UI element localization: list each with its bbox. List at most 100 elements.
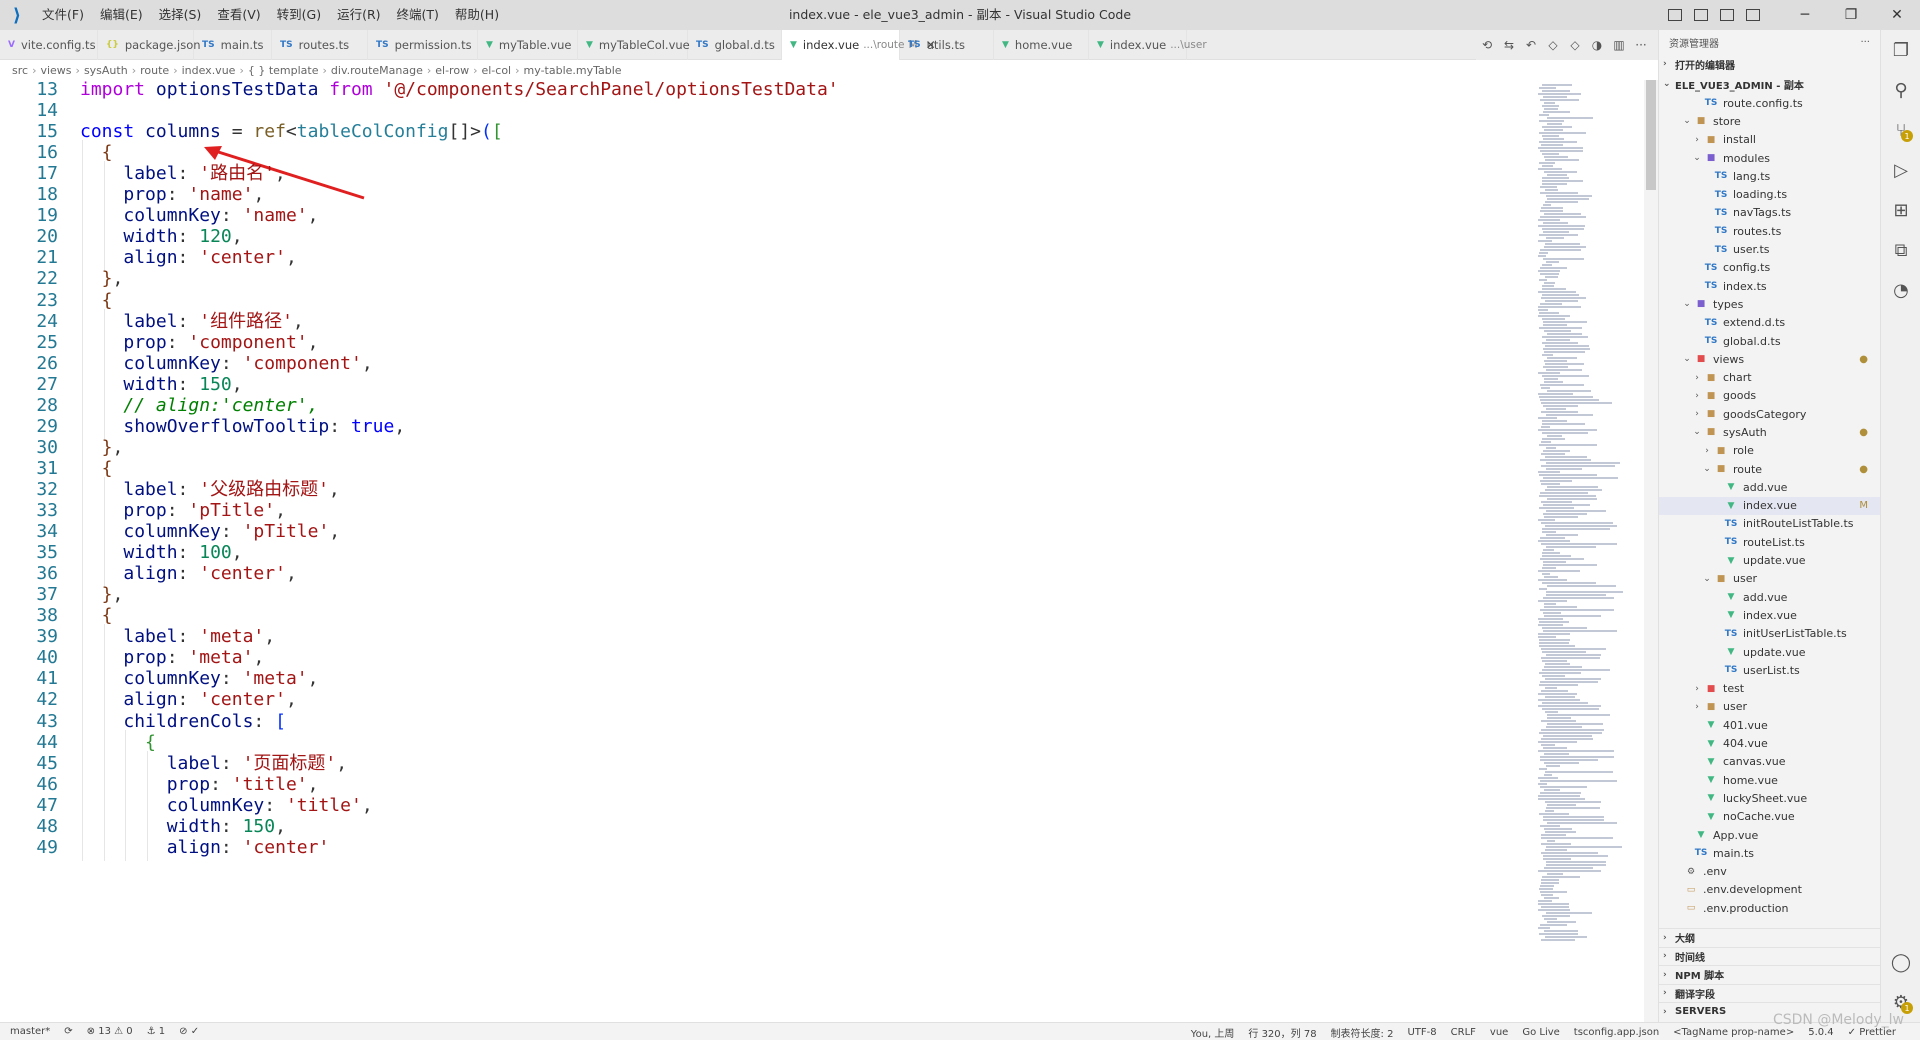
menu-item[interactable]: 运行(R) (329, 0, 388, 30)
timeline-icon[interactable]: ⟲ (1476, 30, 1498, 60)
language-mode[interactable]: vue (1490, 1027, 1508, 1038)
editor-tab[interactable]: ▼ index.vue ...\user (1089, 30, 1207, 60)
tree-file[interactable]: ▼ index.vue M (1659, 496, 1880, 515)
tree-folder[interactable]: ⌄ ■ route ● (1659, 460, 1880, 478)
breadcrumb-item[interactable]: route (140, 64, 169, 77)
menu-item[interactable]: 文件(F) (34, 0, 92, 30)
explorer-section[interactable]: › 时间线 (1659, 946, 1881, 966)
encoding[interactable]: UTF-8 (1407, 1027, 1436, 1038)
tree-folder[interactable]: › ■ goodsCategory (1659, 405, 1880, 423)
tree-folder[interactable]: ⌄ ■ store (1659, 112, 1880, 130)
open-editors-section[interactable]: › 打开的编辑器 (1659, 54, 1880, 74)
tree-file[interactable]: ▼ 404.vue (1659, 734, 1880, 752)
tree-folder[interactable]: › ■ user (1659, 698, 1880, 716)
breadcrumb-item[interactable]: el-col (481, 64, 511, 77)
editor-tab[interactable]: Vvite.config.ts (0, 30, 98, 60)
tree-file[interactable]: ▼ add.vue (1659, 588, 1880, 606)
tree-file[interactable]: TS extend.d.ts (1659, 314, 1880, 332)
toggle-secondary-sidebar-icon[interactable] (1714, 0, 1740, 30)
tree-file[interactable]: ▼ 401.vue (1659, 716, 1880, 734)
tree-file[interactable]: ⚙ .env (1659, 862, 1880, 880)
split-editor-icon[interactable]: ▥ (1608, 30, 1630, 60)
tree-folder[interactable]: › ■ role (1659, 442, 1880, 460)
menu-item[interactable]: 编辑(E) (92, 0, 151, 30)
open-changes-icon[interactable]: ◑ (1586, 30, 1608, 60)
compare-icon[interactable]: ⇆ (1498, 30, 1520, 60)
tree-file[interactable]: ▼ add.vue (1659, 478, 1880, 496)
explorer-icon[interactable]: ❐ (1881, 30, 1920, 70)
remote-explorer-icon[interactable]: ⧉ (1881, 230, 1920, 270)
more-actions-icon[interactable]: ··· (1630, 30, 1652, 60)
go-back-icon[interactable]: ↶ (1520, 30, 1542, 60)
ports-indicator[interactable]: ⚓ 1 (147, 1026, 166, 1037)
menu-item[interactable]: 选择(S) (151, 0, 210, 30)
tree-file[interactable]: TS index.ts (1659, 277, 1880, 295)
minimize-button[interactable]: ─ (1782, 0, 1828, 30)
tree-file[interactable]: TS navTags.ts (1659, 204, 1880, 222)
tree-file[interactable]: TS routeList.ts (1659, 533, 1880, 551)
tsconfig-indicator[interactable]: tsconfig.app.json (1574, 1027, 1659, 1038)
problems-indicator[interactable]: ⊗ 13 ⚠ 0 (87, 1026, 133, 1037)
code-editor[interactable]: 13 import optionsTestData from '@/compone… (0, 80, 1536, 1022)
breadcrumb-item[interactable]: views (40, 64, 71, 77)
timeline-activity-icon[interactable]: ◔ (1881, 270, 1920, 310)
git-blame[interactable]: You, 上周 (1191, 1025, 1235, 1040)
go-live-button[interactable]: Go Live (1522, 1027, 1559, 1038)
run-debug-icon[interactable]: ▷ (1881, 150, 1920, 190)
tree-file[interactable]: TS routes.ts (1659, 222, 1880, 240)
editor-tab[interactable]: {} package.json (98, 30, 201, 60)
tab-size[interactable]: 制表符长度: 2 (1331, 1025, 1394, 1040)
tree-file[interactable]: ▼ update.vue (1659, 551, 1880, 569)
cursor-position[interactable]: 行 320，列 78 (1248, 1025, 1316, 1040)
account-icon[interactable]: ◯ (1881, 942, 1920, 982)
editor-tab[interactable]: ▼ myTable.vue (478, 30, 578, 60)
next-change-icon[interactable]: ◇ (1564, 30, 1586, 60)
editor-tab[interactable]: TS utils.ts (900, 30, 994, 60)
scrollbar-thumb[interactable] (1646, 80, 1656, 190)
explorer-more-icon[interactable]: ··· (1860, 37, 1870, 48)
misc-indicator[interactable]: ⊘ ✓ (179, 1026, 199, 1037)
tree-folder[interactable]: ⌄ ■ views ● (1659, 350, 1880, 368)
breadcrumb-item[interactable]: src (12, 64, 28, 77)
tree-folder[interactable]: › ■ chart (1659, 368, 1880, 386)
close-button[interactable]: ✕ (1874, 0, 1920, 30)
editor-tab[interactable]: TS main.ts (194, 30, 272, 60)
prettier-indicator[interactable]: ✓ Prettier (1848, 1027, 1896, 1038)
tree-file[interactable]: TS global.d.ts (1659, 332, 1880, 350)
breadcrumb-item[interactable]: el-row (435, 64, 469, 77)
tree-file[interactable]: ▼ update.vue (1659, 643, 1880, 661)
tree-file[interactable]: TS initUserListTable.ts (1659, 625, 1880, 643)
editor-tab[interactable]: TS global.d.ts (688, 30, 782, 60)
tree-file[interactable]: ▼ noCache.vue (1659, 808, 1880, 826)
tree-file[interactable]: TS main.ts (1659, 844, 1880, 862)
workspace-section[interactable]: ⌄ ELE_VUE3_ADMIN - 副本 (1659, 74, 1880, 94)
editor-scrollbar[interactable] (1644, 80, 1658, 1022)
tree-file[interactable]: ▼ App.vue (1659, 826, 1880, 844)
customize-layout-icon[interactable] (1740, 0, 1766, 30)
maximize-button[interactable]: ❐ (1828, 0, 1874, 30)
tree-folder[interactable]: ⌄ ■ user (1659, 570, 1880, 588)
editor-tab[interactable]: TS routes.ts (272, 30, 368, 60)
tree-file[interactable]: ▼ home.vue (1659, 771, 1880, 789)
explorer-section[interactable]: › 大纲 (1659, 928, 1881, 947)
editor-tab[interactable]: TS permission.ts (368, 30, 478, 60)
tree-folder[interactable]: › ■ goods (1659, 387, 1880, 405)
explorer-section[interactable]: › NPM 脚本 (1659, 965, 1881, 984)
minimap[interactable] (1536, 80, 1644, 1022)
tree-folder[interactable]: › ■ test (1659, 680, 1880, 698)
tree-file[interactable]: TS route.config.ts (1659, 94, 1880, 112)
editor-tab[interactable]: ▼ myTableCol.vue (578, 30, 690, 60)
menu-item[interactable]: 转到(G) (269, 0, 329, 30)
menu-item[interactable]: 帮助(H) (447, 0, 507, 30)
previous-change-icon[interactable]: ◇ (1542, 30, 1564, 60)
tree-file[interactable]: TS userList.ts (1659, 661, 1880, 679)
editor-tab[interactable]: ▼ index.vue ...\route M ✕ (782, 30, 936, 60)
extensions-icon[interactable]: ⊞ (1881, 190, 1920, 230)
menu-item[interactable]: 查看(V) (209, 0, 268, 30)
tree-folder[interactable]: › ■ install (1659, 131, 1880, 149)
editor-tab[interactable]: ▼ home.vue (994, 30, 1089, 60)
toggle-primary-sidebar-icon[interactable] (1662, 0, 1688, 30)
tree-file[interactable]: ▼ index.vue (1659, 606, 1880, 624)
tree-file[interactable]: ▭ .env.development (1659, 881, 1880, 899)
tree-file[interactable]: ▼ luckySheet.vue (1659, 789, 1880, 807)
